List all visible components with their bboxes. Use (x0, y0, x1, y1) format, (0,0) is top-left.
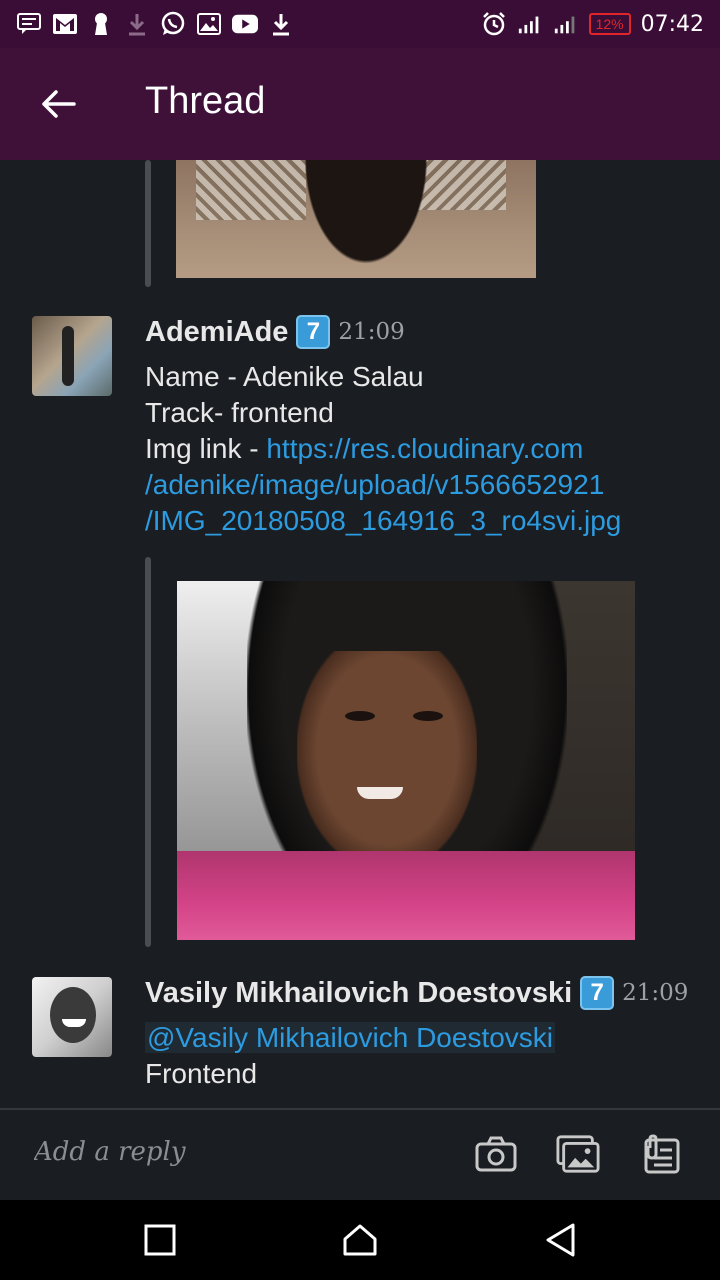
app-bar: Thread (0, 48, 720, 160)
back-button[interactable] (32, 78, 84, 130)
attachment-image[interactable] (176, 160, 536, 278)
attachment-image[interactable] (177, 581, 635, 940)
gallery-icon[interactable] (556, 1132, 600, 1176)
image-icon (196, 11, 222, 37)
username[interactable]: Vasily Mikhailovich Doestovski (145, 977, 572, 1010)
message-text: Name - Adenike Salau (145, 361, 424, 392)
status-bar: 12% 07:42 (0, 0, 720, 48)
image-link[interactable]: /adenike/image/upload/v1566652921 (145, 467, 604, 503)
message-text: Frontend (145, 1058, 258, 1089)
avatar[interactable] (32, 316, 112, 396)
message-header: AdemiAde 7 21:09 (145, 315, 405, 349)
user-mention[interactable]: @Vasily Mikhailovich Doestovski (145, 1022, 556, 1053)
youtube-icon (232, 11, 258, 37)
status-badge: 7 (580, 976, 615, 1010)
signal-icon (553, 11, 579, 37)
whatsapp-icon (160, 11, 186, 37)
download-icon (268, 11, 294, 37)
attachment-icon[interactable] (640, 1132, 684, 1176)
arrow-left-icon (42, 90, 76, 118)
signal-icon (517, 11, 543, 37)
image-link[interactable]: /IMG_20180508_164916_3_ro4svi.jpg (145, 503, 621, 539)
link-prefix: Img link - (145, 433, 267, 464)
alarm-icon (481, 11, 507, 37)
reply-bar (0, 1108, 720, 1200)
recents-icon[interactable] (138, 1218, 182, 1262)
home-icon[interactable] (338, 1218, 382, 1262)
username[interactable]: AdemiAde (145, 316, 288, 349)
message-header: Vasily Mikhailovich Doestovski 7 21:09 (145, 976, 688, 1010)
page-title: Thread (145, 80, 266, 122)
battery-indicator: 12% (588, 13, 631, 35)
attachment-quote-bar (145, 160, 151, 287)
notification-icons (16, 11, 294, 37)
message-text: Track- frontend (145, 397, 334, 428)
message-text: Img link - https://res.cloudinary.com (145, 431, 583, 467)
message-time: 21:09 (338, 319, 405, 345)
message-icon (16, 11, 42, 37)
download-icon (124, 11, 150, 37)
attachment-quote-bar (145, 557, 151, 947)
navigation-bar (0, 1200, 720, 1280)
back-icon[interactable] (538, 1218, 582, 1262)
image-link[interactable]: https://res.cloudinary.com (266, 433, 583, 464)
message-text: @Vasily Mikhailovich Doestovski (145, 1020, 556, 1056)
clock: 07:42 (640, 11, 704, 37)
avatar[interactable] (32, 977, 112, 1057)
status-badge: 7 (296, 315, 331, 349)
gmail-icon (52, 11, 78, 37)
keyhole-icon (88, 11, 114, 37)
thread-content[interactable]: AdemiAde 7 21:09 Name - Adenike Salau Tr… (0, 160, 720, 1108)
system-status: 12% 07:42 (481, 11, 704, 37)
reply-input[interactable] (32, 1136, 336, 1168)
message-time: 21:09 (622, 980, 689, 1006)
camera-icon[interactable] (474, 1132, 518, 1176)
